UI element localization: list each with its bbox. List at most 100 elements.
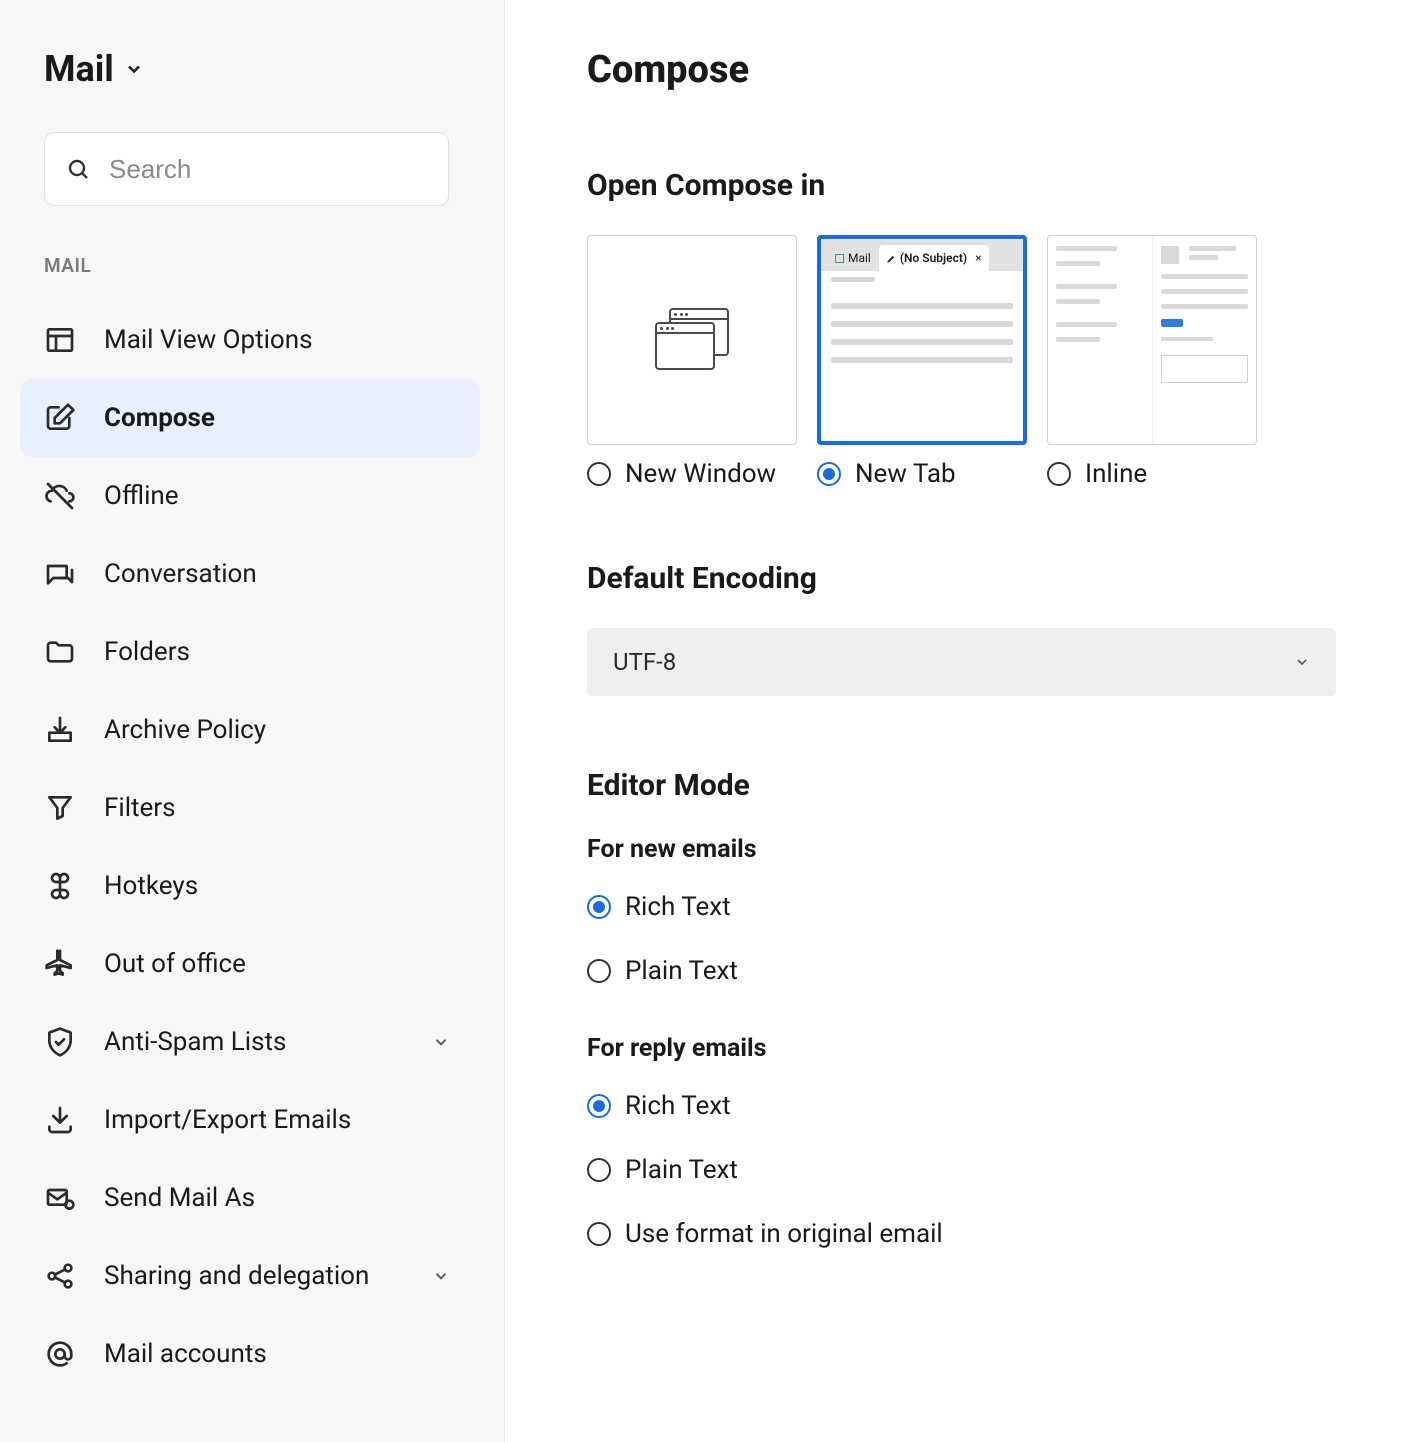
radio-label: New Window <box>625 459 776 489</box>
compose-option-new-tab: Mail (No Subject)× New Tab <box>817 235 1027 489</box>
share-icon <box>44 1260 76 1292</box>
editor-mode-section: Editor Mode For new emails Rich Text Plai… <box>587 768 1336 1249</box>
chevron-down-icon <box>124 59 144 79</box>
compose-radio-inline[interactable]: Inline <box>1047 459 1257 489</box>
settings-sidebar: Mail MAIL Mail View Options Compose Offlin… <box>0 0 505 1442</box>
search-wrap <box>44 132 449 206</box>
archive-icon <box>44 714 76 746</box>
encoding-section: Default Encoding UTF-8 <box>587 561 1336 696</box>
encoding-dropdown[interactable]: UTF-8 <box>587 628 1336 696</box>
radio-plain-text[interactable]: Plain Text <box>587 956 1336 986</box>
chevron-down-icon <box>432 1033 450 1051</box>
sidebar-item-label: Anti-Spam Lists <box>104 1027 432 1057</box>
sidebar-item-send-mail-as[interactable]: Send Mail As <box>20 1159 480 1237</box>
airplane-icon <box>44 948 76 980</box>
sidebar-item-label: Archive Policy <box>104 715 466 745</box>
sidebar-item-label: Hotkeys <box>104 871 466 901</box>
encoding-value: UTF-8 <box>613 648 676 676</box>
sidebar-section-label: MAIL <box>44 254 484 277</box>
encoding-title: Default Encoding <box>587 561 1336 596</box>
sidebar-item-conversation[interactable]: Conversation <box>20 535 480 613</box>
compose-radio-new-tab[interactable]: New Tab <box>817 459 1027 489</box>
windows-stack-icon <box>655 308 729 372</box>
compose-card-new-window[interactable] <box>587 235 797 445</box>
sidebar-item-label: Sharing and delegation <box>104 1261 432 1291</box>
radio-icon <box>587 462 611 486</box>
radio-icon <box>587 895 611 919</box>
sidebar-item-offline[interactable]: Offline <box>20 457 480 535</box>
send-as-icon <box>44 1182 76 1214</box>
preview-tab-compose-label: (No Subject) <box>900 251 967 265</box>
main-content: Compose Open Compose in New Window <box>505 0 1418 1442</box>
search-input[interactable] <box>44 132 449 206</box>
open-compose-section: Open Compose in New Window <box>587 168 1336 489</box>
compose-option-inline: Inline <box>1047 235 1257 489</box>
sidebar-item-label: Mail accounts <box>104 1339 466 1369</box>
chevron-down-icon <box>1294 654 1310 670</box>
reply-emails-title: For reply emails <box>587 1034 1336 1063</box>
radio-label: Plain Text <box>625 956 738 986</box>
compose-card-inline[interactable] <box>1047 235 1257 445</box>
radio-rich-text[interactable]: Rich Text <box>587 892 1336 922</box>
sidebar-item-filters[interactable]: Filters <box>20 769 480 847</box>
radio-label: Use format in original email <box>625 1219 943 1249</box>
radio-label: Plain Text <box>625 1155 738 1185</box>
sidebar-header[interactable]: Mail <box>44 48 484 90</box>
sidebar-item-import-export-emails[interactable]: Import/Export Emails <box>20 1081 480 1159</box>
new-emails-title: For new emails <box>587 835 1336 864</box>
sidebar-item-label: Mail View Options <box>104 325 466 355</box>
new-emails-radios: Rich Text Plain Text <box>587 892 1336 986</box>
filter-icon <box>44 792 76 824</box>
page-title: Compose <box>587 48 1336 92</box>
sidebar-item-anti-spam-lists[interactable]: Anti-Spam Lists <box>20 1003 480 1081</box>
sidebar-item-label: Out of office <box>104 949 466 979</box>
import-icon <box>44 1104 76 1136</box>
search-icon <box>66 157 90 181</box>
sidebar-item-sharing-and-delegation[interactable]: Sharing and delegation <box>20 1237 480 1315</box>
radio-icon <box>587 1222 611 1246</box>
sidebar-title: Mail <box>44 48 114 90</box>
radio-icon <box>817 462 841 486</box>
radio-icon <box>587 1158 611 1182</box>
sidebar-item-label: Folders <box>104 637 466 667</box>
sidebar-item-label: Conversation <box>104 559 466 589</box>
radio-use-format-in-original-email[interactable]: Use format in original email <box>587 1219 1336 1249</box>
radio-label: Inline <box>1085 459 1147 489</box>
chat-icon <box>44 558 76 590</box>
sidebar-item-mail-accounts[interactable]: Mail accounts <box>20 1315 480 1393</box>
sidebar-item-folders[interactable]: Folders <box>20 613 480 691</box>
compose-option-new-window: New Window <box>587 235 797 489</box>
compose-card-new-tab[interactable]: Mail (No Subject)× <box>817 235 1027 445</box>
cloud-off-icon <box>44 480 76 512</box>
radio-label: Rich Text <box>625 1091 731 1121</box>
sidebar-item-archive-policy[interactable]: Archive Policy <box>20 691 480 769</box>
radio-icon <box>1047 462 1071 486</box>
sidebar-item-mail-view-options[interactable]: Mail View Options <box>20 301 480 379</box>
sidebar-item-label: Compose <box>104 403 466 433</box>
sidebar-nav-list: Mail View Options Compose Offline Conversat… <box>44 301 484 1393</box>
shield-icon <box>44 1026 76 1058</box>
sidebar-item-compose[interactable]: Compose <box>20 379 480 457</box>
at-icon <box>44 1338 76 1370</box>
radio-icon <box>587 1094 611 1118</box>
sidebar-item-label: Filters <box>104 793 466 823</box>
sidebar-item-label: Import/Export Emails <box>104 1105 466 1135</box>
radio-label: New Tab <box>855 459 956 489</box>
compose-mode-options: New Window Mail (No Subject)× New Tab <box>587 235 1336 489</box>
sidebar-item-label: Offline <box>104 481 466 511</box>
compose-radio-new-window[interactable]: New Window <box>587 459 797 489</box>
radio-plain-text[interactable]: Plain Text <box>587 1155 1336 1185</box>
compose-icon <box>44 402 76 434</box>
list-layout-icon <box>44 324 76 356</box>
reply-emails-radios: Rich Text Plain Text Use format in origina… <box>587 1091 1336 1249</box>
radio-rich-text[interactable]: Rich Text <box>587 1091 1336 1121</box>
sidebar-item-out-of-office[interactable]: Out of office <box>20 925 480 1003</box>
sidebar-item-hotkeys[interactable]: Hotkeys <box>20 847 480 925</box>
chevron-down-icon <box>432 1267 450 1285</box>
sidebar-item-label: Send Mail As <box>104 1183 466 1213</box>
preview-tab-mail-label: Mail <box>848 251 871 265</box>
command-icon <box>44 870 76 902</box>
editor-mode-title: Editor Mode <box>587 768 1336 803</box>
open-compose-title: Open Compose in <box>587 168 1336 203</box>
radio-label: Rich Text <box>625 892 731 922</box>
